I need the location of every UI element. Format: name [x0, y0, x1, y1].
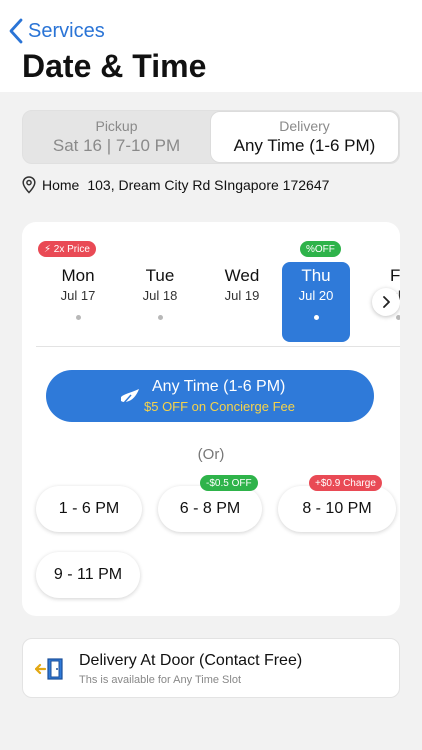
slot-9-11pm[interactable]: 9 - 11 PM	[36, 552, 140, 598]
or-separator: (Or)	[197, 446, 225, 463]
next-days-button[interactable]	[372, 288, 400, 316]
delivery-label: Delivery	[279, 118, 330, 134]
leaf-icon	[121, 389, 139, 405]
pickup-label: Pickup	[95, 118, 138, 134]
back-label: Services	[28, 19, 105, 42]
delivery-option[interactable]: Delivery Any Time (1-6 PM)	[210, 111, 399, 163]
day-name: Tue	[145, 266, 175, 285]
price-badge: ⚡ 2x Price	[38, 241, 96, 257]
page-title: Date & Time	[22, 48, 207, 84]
anytime-title: Any Time (1-6 PM)	[152, 378, 286, 395]
day-name: Thu	[301, 266, 331, 285]
day-name: Fr	[389, 266, 400, 285]
availability-dot	[395, 315, 400, 320]
location-pin-icon	[22, 176, 36, 194]
slot-label: 6 - 8 PM	[179, 500, 241, 517]
door-delivery-icon	[35, 658, 63, 680]
header: Services Date & Time	[0, 0, 422, 92]
door-delivery-option[interactable]: Delivery At Door (Contact Free) Ths is a…	[22, 638, 400, 698]
slot-1-6pm[interactable]: 1 - 6 PM	[36, 486, 142, 532]
address-row[interactable]: Home 103, Dream City Rd SIngapore 172647	[22, 176, 329, 194]
day-date: Jul 19	[224, 288, 260, 303]
day-wed[interactable]: Wed Jul 19	[210, 262, 274, 342]
day-mon[interactable]: Mon Jul 17	[46, 262, 110, 342]
slot-label: 1 - 6 PM	[58, 500, 120, 517]
day-name: Wed	[224, 266, 260, 285]
chevron-left-icon	[9, 18, 23, 44]
day-date: Jul 18	[142, 288, 178, 303]
door-delivery-title: Delivery At Door (Contact Free)	[79, 652, 303, 669]
back-button[interactable]: Services	[8, 18, 105, 44]
pickup-option[interactable]: Pickup Sat 16 | 7-10 PM	[23, 111, 210, 163]
slot-label: 8 - 10 PM	[302, 500, 372, 517]
availability-dot	[157, 315, 163, 320]
delivery-value: Any Time (1-6 PM)	[233, 136, 376, 155]
door-delivery-subtitle: Ths is available for Any Time Slot	[79, 674, 242, 686]
slot-8-10pm[interactable]: 8 - 10 PM	[278, 486, 396, 532]
day-name: Mon	[61, 266, 95, 285]
availability-dot	[75, 315, 81, 320]
day-selector: Mon Jul 17 Tue Jul 18 Wed Jul 19 Thu Jul…	[36, 240, 400, 352]
pickup-delivery-toggle: Pickup Sat 16 | 7-10 PM Delivery Any Tim…	[22, 110, 400, 164]
chevron-right-icon	[383, 296, 390, 308]
pickup-value: Sat 16 | 7-10 PM	[52, 136, 181, 155]
availability-dot	[313, 315, 319, 320]
discount-badge: %OFF	[300, 241, 341, 257]
anytime-slot-button[interactable]: Any Time (1-6 PM) $5 OFF on Concierge Fe…	[46, 370, 374, 422]
address-label: Home	[42, 177, 80, 193]
day-tue[interactable]: Tue Jul 18	[128, 262, 192, 342]
slot-charge-badge: +$0.9 Charge	[309, 475, 382, 491]
day-date: Jul 17	[60, 288, 96, 303]
slot-label: 9 - 11 PM	[53, 566, 123, 583]
address-text: 103, Dream City Rd SIngapore 172647	[87, 177, 330, 193]
day-thu[interactable]: Thu Jul 20	[282, 262, 350, 342]
divider	[36, 346, 400, 347]
day-date: Jul 20	[298, 288, 334, 303]
schedule-card: Mon Jul 17 Tue Jul 18 Wed Jul 19 Thu Jul…	[22, 222, 400, 616]
anytime-promo: $5 OFF on Concierge Fee	[144, 399, 296, 414]
slot-6-8pm[interactable]: 6 - 8 PM	[158, 486, 262, 532]
slot-discount-badge: -$0.5 OFF	[200, 475, 258, 491]
